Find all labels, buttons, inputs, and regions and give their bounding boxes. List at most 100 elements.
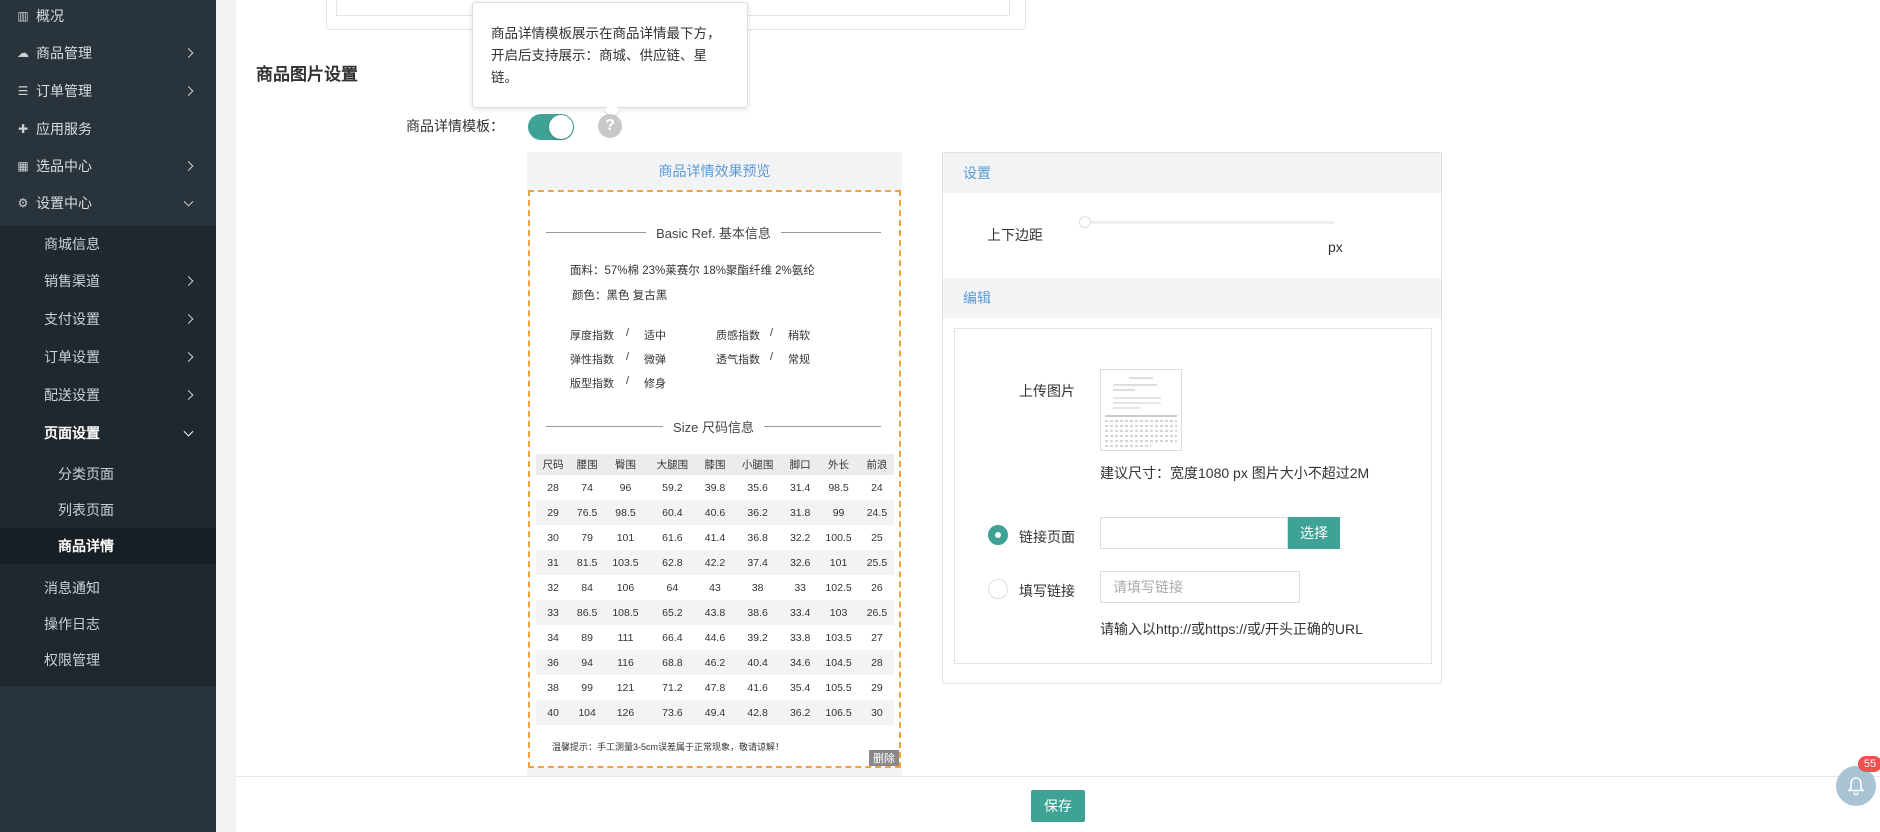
table-cell: 96 [619, 481, 632, 494]
template-toggle[interactable] [528, 114, 574, 140]
notification-bell[interactable] [1836, 766, 1876, 806]
table-cell: 41.4 [704, 531, 726, 544]
sidebar-item-operation-log[interactable]: 操作日志 [0, 606, 216, 642]
margin-slider-handle[interactable] [1079, 216, 1091, 228]
sidebar-item-payment-settings[interactable]: 支付设置 [0, 301, 216, 337]
table-row: 36 94 116 68.8 46.2 40.4 34.6 104.5 28 [536, 650, 894, 675]
table-cell: 39.2 [747, 631, 768, 644]
sidebar-item-permission-management[interactable]: 权限管理 [0, 642, 216, 678]
margin-slider[interactable] [1085, 221, 1335, 224]
table-cell: 100.5 [825, 531, 852, 544]
table-cell: 41.6 [747, 681, 768, 694]
sidebar-item-label: 订单管理 [36, 83, 92, 99]
table-cell: 36.2 [732, 500, 784, 525]
table-cell: 33.8 [789, 631, 811, 644]
help-icon[interactable]: ? [598, 114, 622, 138]
table-cell: 39.8 [704, 481, 726, 494]
choose-button[interactable]: 选择 [1288, 517, 1340, 549]
table-cell: 101 [817, 550, 860, 575]
table-header-cell: 脚口 [783, 454, 818, 475]
gear-icon: ⚙ [17, 196, 29, 210]
table-icon: ▦ [17, 159, 29, 173]
sidebar-item-overview[interactable]: ▥ 概况 [0, 0, 216, 34]
table-cell: 40 [536, 700, 571, 725]
table-row: 34 89 111 66.4 44.6 39.2 33.8 103.5 27 [536, 625, 894, 650]
content-gutter [216, 0, 236, 832]
sidebar-item-product-management[interactable]: ☁ 商品管理 [0, 35, 216, 71]
table-cell: 103 [817, 600, 860, 625]
table-cell: 29 [871, 681, 883, 694]
link-page-input[interactable] [1100, 517, 1288, 549]
index-separator: / [770, 351, 774, 363]
delete-button[interactable]: 删除 [869, 750, 899, 766]
table-cell: 111 [617, 631, 634, 644]
table-header-cell: 外长 [817, 454, 860, 475]
table-cell: 34.6 [783, 650, 818, 675]
sidebar-item-settings-center[interactable]: ⚙ 设置中心 [0, 185, 216, 221]
table-header-cell: 膝围 [697, 454, 733, 475]
thumbnail-preview-icon [1101, 370, 1181, 450]
settings-panel: 设置 上下边距 px 编辑 上传图片 建议尺寸：宽度1080 px 图片大小不超… [942, 152, 1442, 684]
table-cell: 37.4 [732, 550, 784, 575]
sidebar-item-selection-center[interactable]: ▦ 选品中心 [0, 148, 216, 184]
page-title: 商品图片设置 [256, 65, 358, 84]
sidebar-item-label: 应用服务 [36, 121, 92, 137]
table-cell: 103.5 [604, 550, 647, 575]
table-cell: 49.4 [697, 700, 733, 725]
sidebar-item-order-settings[interactable]: 订单设置 [0, 339, 216, 375]
table-cell: 102.5 [825, 581, 852, 594]
preview-footer [527, 768, 902, 776]
sidebar-item-list-page[interactable]: 列表页面 [0, 492, 216, 528]
chevron-right-icon [183, 276, 194, 286]
sidebar-item-product-detail[interactable]: 商品详情 [0, 528, 216, 564]
margin-label: 上下边距 [987, 227, 1043, 243]
sidebar-item-label: 消息通知 [44, 580, 100, 596]
table-cell: 79 [581, 531, 593, 544]
preview-image[interactable]: Basic Ref. 基本信息 面料：57%棉 23%莱赛尔 18%聚酯纤维 2… [528, 190, 901, 768]
uploaded-image-thumbnail[interactable] [1100, 369, 1182, 451]
settings-header: 设置 [943, 153, 1441, 193]
custom-link-input[interactable] [1100, 571, 1300, 603]
table-cell: 38 [751, 581, 764, 594]
table-cell: 42.2 [697, 550, 733, 575]
size-table: 尺码 腰围 臀围 大腿围 膝围 小腿围 脚口 外长 前浪 28 74 96 59.2 39.8 35.6 3… [536, 454, 894, 725]
sidebar-item-sales-channel[interactable]: 销售渠道 [0, 263, 216, 299]
bell-icon [1847, 777, 1865, 796]
table-cell: 33 [536, 600, 571, 625]
table-cell: 103.5 [825, 631, 852, 644]
table-row: 28 74 96 59.2 39.8 35.6 31.4 98.5 24 [536, 475, 894, 500]
sidebar-item-label: 操作日志 [44, 616, 100, 632]
index-separator: / [770, 327, 774, 339]
upload-label: 上传图片 [1019, 383, 1075, 399]
table-cell: 33 [794, 581, 807, 594]
table-cell: 74 [581, 481, 593, 494]
sidebar-item-page-settings[interactable]: 页面设置 [0, 415, 216, 451]
index-separator: / [626, 351, 630, 363]
table-cell: 36.2 [783, 700, 818, 725]
table-cell: 30 [859, 700, 894, 725]
sidebar-item-app-services[interactable]: ✚ 应用服务 [0, 111, 216, 147]
index-value: 稍软 [788, 330, 810, 342]
sidebar-item-shop-info[interactable]: 商城信息 [0, 226, 216, 262]
chevron-down-icon [183, 426, 194, 437]
divider [546, 231, 647, 233]
table-header-cell: 尺码 [536, 454, 571, 475]
table-cell: 84 [581, 581, 593, 594]
sidebar-item-label: 商品详情 [58, 538, 114, 554]
table-cell: 28 [859, 650, 894, 675]
chevron-right-icon [183, 48, 194, 58]
sidebar-item-category-page[interactable]: 分类页面 [0, 456, 216, 492]
table-cell: 32 [547, 581, 559, 594]
sidebar-item-order-management[interactable]: ☰ 订单管理 [0, 73, 216, 109]
index-value: 常规 [788, 354, 810, 366]
index-name: 弹性指数 [570, 354, 614, 366]
sidebar-item-label: 支付设置 [44, 311, 100, 327]
table-cell: 32.2 [789, 531, 811, 544]
table-cell: 31.8 [783, 500, 818, 525]
sidebar-item-notifications[interactable]: 消息通知 [0, 570, 216, 606]
custom-link-radio[interactable] [988, 579, 1008, 599]
sidebar-item-delivery-settings[interactable]: 配送设置 [0, 377, 216, 413]
table-cell: 86.5 [570, 600, 605, 625]
link-page-radio[interactable] [988, 525, 1008, 545]
save-button[interactable]: 保存 [1031, 790, 1085, 822]
